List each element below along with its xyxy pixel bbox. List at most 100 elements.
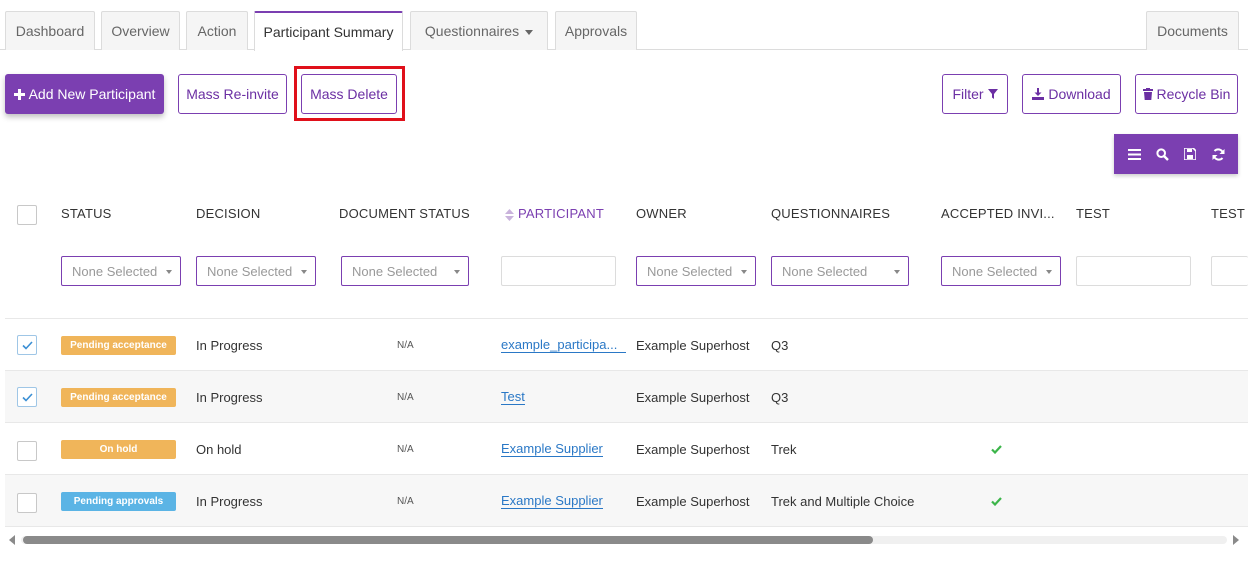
participant-filter-input[interactable]: [501, 256, 616, 286]
grid-tools: [1114, 134, 1238, 174]
tab-label: Overview: [111, 23, 170, 39]
tab-participant-summary[interactable]: Participant Summary: [254, 11, 403, 51]
document-status-cell: N/A: [397, 391, 414, 403]
tab-overview[interactable]: Overview: [101, 11, 180, 50]
scroll-right-icon[interactable]: [1233, 535, 1239, 545]
tab-dashboard[interactable]: Dashboard: [5, 11, 95, 50]
questionnaires-cell: Trek and Multiple Choice: [771, 493, 915, 509]
questionnaires-filter-select[interactable]: None Selected: [771, 256, 909, 286]
participant-header-label: PARTICIPANT: [518, 206, 604, 221]
funnel-icon: [987, 89, 998, 99]
test-2-filter-input[interactable]: [1211, 256, 1248, 286]
table-row[interactable]: On hold On hold N/A Example Supplier Exa…: [5, 422, 1248, 474]
column-header-test[interactable]: TEST: [1076, 206, 1110, 221]
participant-link[interactable]: example_participa...: [501, 337, 626, 353]
column-header-accepted-invite[interactable]: ACCEPTED INVI...: [941, 206, 1055, 221]
participant-link[interactable]: Test: [501, 389, 525, 405]
status-cell: On hold: [61, 423, 176, 475]
questionnaires-filter-value: None Selected: [782, 263, 868, 279]
tab-label: Questionnaires: [424, 23, 520, 39]
row-checkbox[interactable]: [17, 335, 37, 355]
scroll-left-icon[interactable]: [9, 535, 15, 545]
chevron-down-icon: [1046, 270, 1052, 274]
document-status-filter-value: None Selected: [352, 263, 438, 279]
checkmark-icon: [21, 340, 33, 350]
participant-link[interactable]: Example Supplier: [501, 441, 603, 457]
tab-bar: Dashboard Overview Action Participant Su…: [0, 0, 1248, 51]
row-checkbox[interactable]: [17, 441, 37, 461]
recycle-bin-label: Recycle Bin: [1156, 86, 1231, 102]
filter-button[interactable]: Filter: [942, 74, 1008, 114]
mass-delete-button[interactable]: Mass Delete: [301, 74, 397, 114]
column-header-test-2[interactable]: TEST: [1211, 206, 1245, 221]
questionnaires-cell: Trek: [771, 441, 797, 457]
filter-label: Filter: [952, 86, 984, 102]
table-row[interactable]: Pending acceptance In Progress N/A examp…: [5, 318, 1248, 370]
tab-label: Approvals: [564, 23, 628, 39]
table-row[interactable]: Pending approvals In Progress N/A Exampl…: [5, 474, 1248, 526]
document-status-cell: N/A: [397, 339, 414, 351]
mass-reinvite-button[interactable]: Mass Re-invite: [178, 74, 287, 114]
chevron-down-icon: [894, 270, 900, 274]
column-header-document-status[interactable]: DOCUMENT STATUS: [339, 206, 470, 221]
horizontal-scrollbar[interactable]: [5, 533, 1243, 547]
save-icon[interactable]: [1179, 143, 1201, 165]
owner-cell: Example Superhost: [636, 337, 750, 353]
trash-icon: [1142, 88, 1153, 100]
document-status-cell: N/A: [397, 443, 414, 455]
owner-filter-value: None Selected: [647, 263, 733, 279]
tab-approvals[interactable]: Approvals: [555, 11, 637, 50]
column-header-status[interactable]: STATUS: [61, 206, 112, 221]
column-header-participant[interactable]: PARTICIPANT: [505, 206, 604, 221]
row-checkbox[interactable]: [17, 493, 37, 513]
document-status-filter-select[interactable]: None Selected: [341, 256, 469, 286]
table-row[interactable]: Pending acceptance In Progress N/A Test …: [5, 370, 1248, 422]
decision-filter-value: None Selected: [207, 263, 293, 279]
tab-action[interactable]: Action: [186, 11, 248, 50]
recycle-bin-button[interactable]: Recycle Bin: [1135, 74, 1238, 114]
mass-delete-label: Mass Delete: [310, 86, 388, 102]
status-badge: Pending acceptance: [61, 387, 176, 407]
tab-label: Action: [197, 23, 237, 39]
checkmark-icon: [991, 496, 1002, 506]
select-all-checkbox[interactable]: [17, 205, 37, 225]
tab-questionnaires[interactable]: Questionnaires: [410, 11, 548, 50]
questionnaires-cell: Q3: [771, 337, 789, 353]
chevron-down-icon: [741, 270, 747, 274]
status-badge: Pending approvals: [61, 491, 176, 511]
chevron-down-icon: [301, 270, 307, 274]
decision-filter-select[interactable]: None Selected: [196, 256, 316, 286]
status-cell: Pending acceptance: [61, 371, 176, 423]
participant-cell: Test: [501, 371, 525, 423]
status-cell: Pending approvals: [61, 475, 176, 527]
menu-icon[interactable]: [1123, 143, 1145, 165]
tab-label: Dashboard: [15, 23, 85, 39]
row-checkbox[interactable]: [17, 387, 37, 407]
scrollbar-thumb[interactable]: [23, 536, 873, 544]
column-header-owner[interactable]: OWNER: [636, 206, 687, 221]
decision-cell: On hold: [196, 441, 242, 457]
chevron-down-icon: [454, 270, 460, 274]
column-header-questionnaires[interactable]: QUESTIONNAIRES: [771, 206, 890, 221]
mass-reinvite-label: Mass Re-invite: [186, 86, 279, 102]
checkmark-icon: [991, 444, 1002, 454]
refresh-icon[interactable]: [1207, 143, 1229, 165]
accepted-invite-filter-select[interactable]: None Selected: [941, 256, 1061, 286]
tab-documents[interactable]: Documents: [1146, 11, 1239, 50]
participant-cell: example_participa...: [501, 319, 626, 371]
tab-label: Documents: [1157, 23, 1228, 39]
add-participant-button[interactable]: Add New Participant: [5, 74, 164, 114]
test-filter-input[interactable]: [1076, 256, 1191, 286]
column-header-decision[interactable]: DECISION: [196, 206, 260, 221]
search-icon[interactable]: [1151, 143, 1173, 165]
status-filter-select[interactable]: None Selected: [61, 256, 181, 286]
participant-link[interactable]: Example Supplier: [501, 493, 603, 509]
download-icon: [1032, 88, 1045, 100]
download-button[interactable]: Download: [1022, 74, 1121, 114]
questionnaires-cell: Q3: [771, 389, 789, 405]
status-badge: Pending acceptance: [61, 335, 176, 355]
participant-cell: Example Supplier: [501, 475, 603, 527]
owner-filter-select[interactable]: None Selected: [636, 256, 756, 286]
owner-cell: Example Superhost: [636, 493, 750, 509]
document-status-cell: N/A: [397, 495, 414, 507]
